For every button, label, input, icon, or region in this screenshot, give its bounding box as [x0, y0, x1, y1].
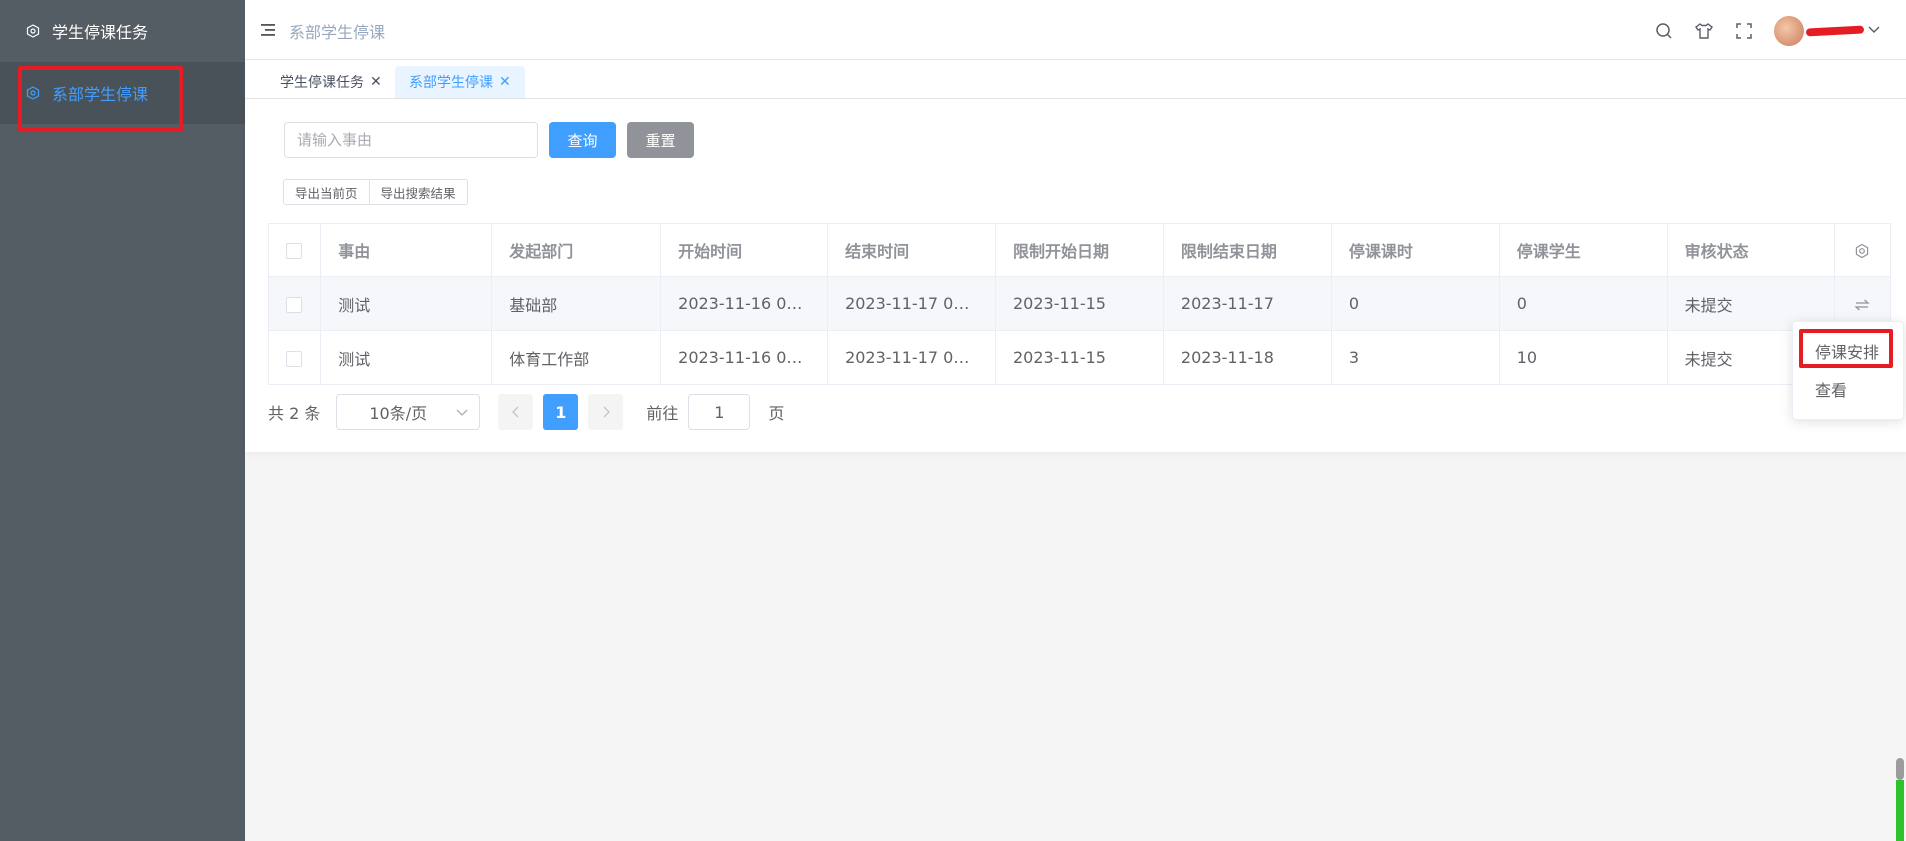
table-cell: 2023-11-15: [995, 330, 1164, 385]
column-header: 开始时间: [660, 223, 829, 277]
column-header: 限制结束日期: [1163, 223, 1332, 277]
user-name-redacted: [1805, 25, 1865, 37]
table-row[interactable]: 测试 基础部 2023-11-16 00:... 2023-11-17 00:.…: [268, 276, 1892, 331]
reset-button[interactable]: 重置: [627, 122, 694, 158]
prev-page-button[interactable]: [498, 394, 534, 430]
export-button-group: 导出当前页 导出搜索结果: [283, 179, 468, 205]
sidebar-item-student-suspension-task[interactable]: 学生停课任务: [0, 0, 245, 62]
swap-arrows-icon[interactable]: [1854, 297, 1870, 313]
chevron-left-icon: [511, 406, 519, 418]
search-icon[interactable]: [1654, 21, 1674, 41]
column-header: 限制开始日期: [995, 223, 1164, 277]
page-number-button[interactable]: 1: [543, 394, 579, 430]
table-cell: 2023-11-16 00:...: [660, 330, 829, 385]
column-header: 审核状态: [1667, 223, 1835, 277]
chevron-down-icon: [455, 405, 469, 419]
total-count: 共 2 条: [268, 404, 321, 423]
export-current-page-button[interactable]: 导出当前页: [283, 179, 370, 205]
table-cell: 3: [1331, 330, 1500, 385]
close-icon[interactable]: ✕: [370, 74, 382, 90]
table-cell: 测试: [320, 330, 493, 385]
table-cell: 10: [1499, 330, 1668, 385]
next-page-button[interactable]: [588, 394, 624, 430]
column-header: 事由: [320, 223, 493, 277]
tags-view: 学生停课任务 ✕ 系部学生停课 ✕: [245, 60, 1906, 99]
chevron-right-icon: [603, 406, 610, 418]
scrollbar-thumb[interactable]: [1896, 758, 1904, 780]
top-header: 系部学生停课: [245, 0, 1906, 60]
main-panel: 查询 重置 导出当前页 导出搜索结果 事由 发起部门 开始时间 结束时间 限制开…: [245, 99, 1906, 452]
sidebar-item-label: 学生停课任务: [52, 23, 149, 42]
export-search-results-button[interactable]: 导出搜索结果: [368, 179, 468, 205]
column-header: 停课学生: [1499, 223, 1668, 277]
page-scrollbar[interactable]: [1896, 758, 1904, 841]
page-unit-label: 页: [768, 404, 785, 423]
highlight-box: [18, 66, 183, 132]
column-header: 结束时间: [827, 223, 996, 277]
page-size-value: 10条/页: [369, 404, 428, 423]
hexagon-gear-icon: [26, 24, 40, 38]
close-icon[interactable]: ✕: [499, 74, 511, 90]
table-cell: 2023-11-17 00:...: [827, 330, 996, 385]
tab-label: 学生停课任务: [280, 75, 364, 91]
table-cell: 0: [1331, 276, 1500, 331]
tab-label: 系部学生停课: [409, 75, 493, 91]
column-header: 停课课时: [1331, 223, 1500, 277]
header-actions: [1654, 16, 1886, 46]
column-settings-cell: [1834, 223, 1892, 277]
table-cell: 基础部: [491, 276, 662, 331]
gear-icon[interactable]: [1854, 243, 1870, 259]
table-cell: 测试: [320, 276, 493, 331]
table-cell: 2023-11-16 00:...: [660, 276, 829, 331]
goto-label: 前往: [646, 404, 679, 423]
pagination: 共 2 条 10条/页 1 前往 页: [268, 394, 784, 430]
table-cell: 0: [1499, 276, 1668, 331]
scrollbar-track-indicator: [1896, 780, 1904, 841]
query-button[interactable]: 查询: [549, 122, 616, 158]
table-cell: 2023-11-15: [995, 276, 1164, 331]
select-all-checkbox[interactable]: [286, 243, 302, 259]
row-select-cell: [268, 276, 322, 331]
reason-search-input[interactable]: [284, 122, 538, 158]
breadcrumb: 系部学生停课: [289, 23, 386, 42]
tab-student-suspension-task[interactable]: 学生停课任务 ✕: [266, 66, 396, 98]
table-cell: 体育工作部: [491, 330, 662, 385]
highlight-box: [1799, 329, 1893, 368]
avatar[interactable]: [1774, 16, 1804, 46]
row-checkbox[interactable]: [286, 350, 302, 367]
table-cell: 2023-11-18: [1163, 330, 1332, 385]
select-all-cell: [268, 223, 322, 277]
tab-department-suspension[interactable]: 系部学生停课 ✕: [395, 66, 525, 98]
table-cell: 2023-11-17: [1163, 276, 1332, 331]
table-header-row: 事由 发起部门 开始时间 结束时间 限制开始日期 限制结束日期 停课课时 停课学…: [268, 223, 1892, 277]
row-select-cell: [268, 330, 322, 385]
table-row[interactable]: 测试 体育工作部 2023-11-16 00:... 2023-11-17 00…: [268, 330, 1892, 385]
column-header: 发起部门: [491, 223, 662, 277]
row-checkbox[interactable]: [286, 296, 302, 313]
shirt-icon[interactable]: [1694, 21, 1714, 41]
fullscreen-icon[interactable]: [1734, 21, 1754, 41]
page-size-select[interactable]: 10条/页: [336, 394, 481, 430]
page-jump-input[interactable]: [688, 394, 751, 430]
data-table: 事由 发起部门 开始时间 结束时间 限制开始日期 限制结束日期 停课课时 停课学…: [268, 223, 1892, 385]
table-cell: 2023-11-17 00:...: [827, 276, 996, 331]
menu-item-view[interactable]: 查看: [1793, 370, 1903, 408]
chevron-down-icon[interactable]: [1866, 21, 1886, 41]
hamburger-icon[interactable]: [261, 22, 277, 38]
